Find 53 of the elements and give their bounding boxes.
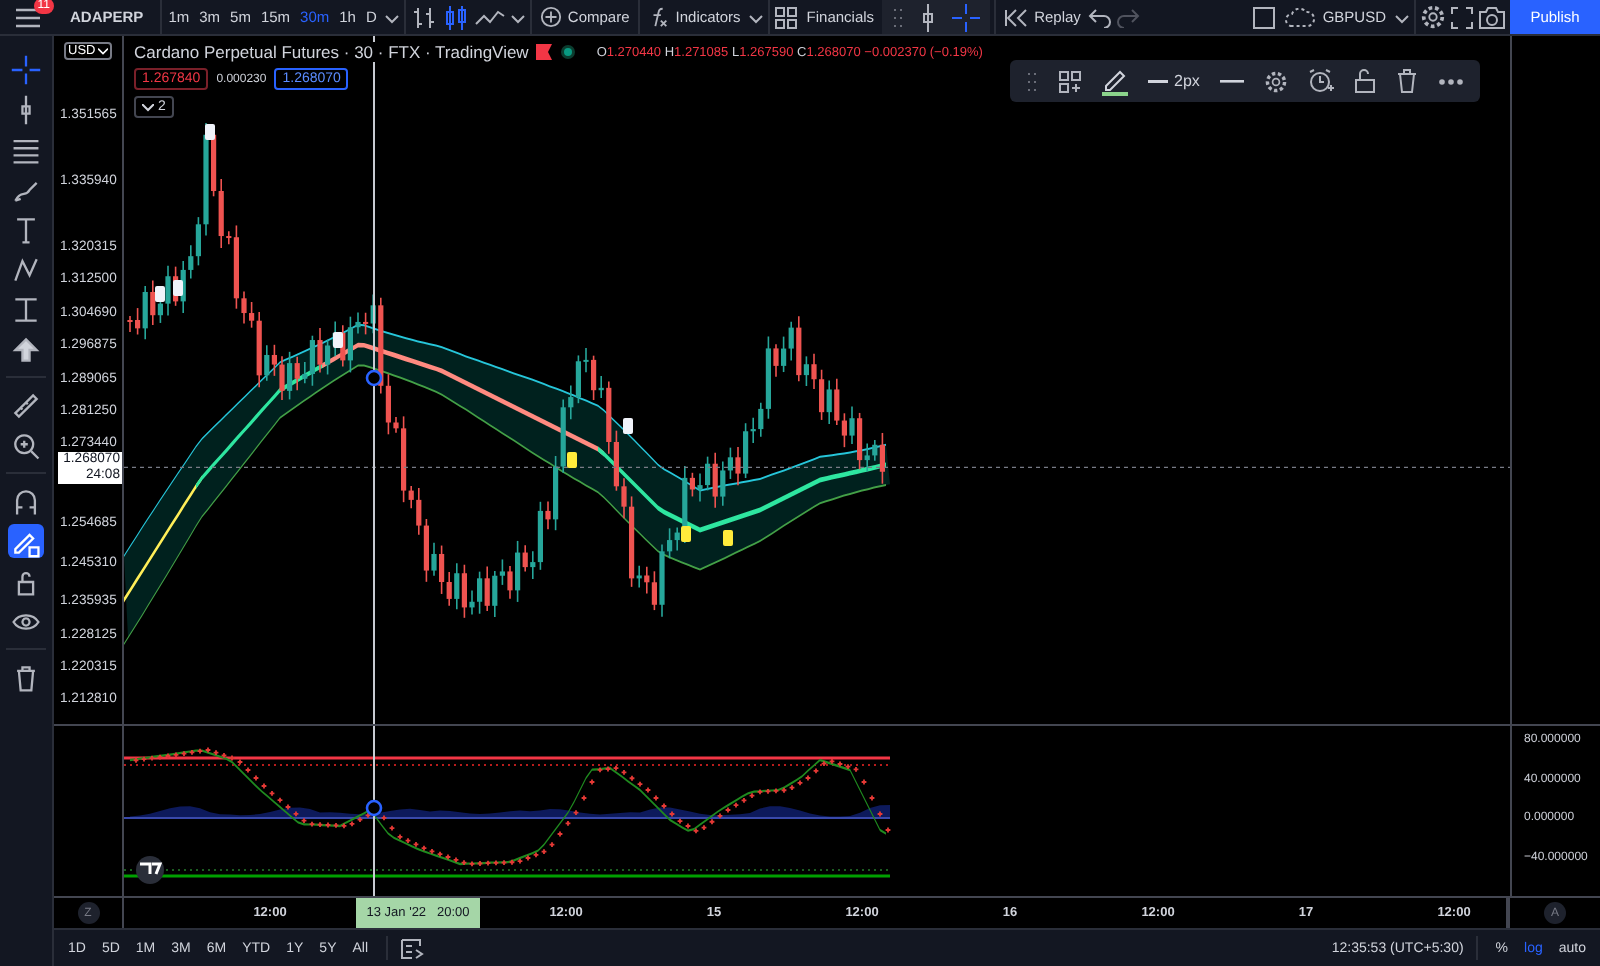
- menu-icon: [13, 5, 41, 29]
- cloud-icon: [1284, 7, 1317, 27]
- go-to-date-icon[interactable]: [400, 937, 425, 959]
- event-flag-icon[interactable]: [623, 418, 633, 434]
- line-width-button[interactable]: 2px: [1148, 72, 1200, 90]
- rewind-icon: [1004, 7, 1029, 27]
- magnet-icon: [10, 485, 42, 517]
- drag-handle-icon[interactable]: [892, 5, 905, 29]
- alarm-clock-icon[interactable]: [1307, 68, 1334, 94]
- caret-icon[interactable]: [1394, 9, 1410, 25]
- zoom-icon: [10, 429, 42, 461]
- crosshair-icon: [10, 53, 42, 85]
- crosshair-point[interactable]: [365, 799, 383, 817]
- tool-button[interactable]: [8, 388, 44, 422]
- trash-icon[interactable]: [1395, 68, 1418, 94]
- bar-chart-icon[interactable]: [409, 3, 438, 31]
- projection-icon: [10, 293, 42, 325]
- caret-icon: [142, 103, 154, 111]
- pencil-icon[interactable]: [1102, 67, 1128, 95]
- flag-icon[interactable]: [536, 44, 553, 60]
- signal-marker-icon[interactable]: [723, 530, 733, 546]
- tool-button[interactable]: [8, 524, 44, 558]
- logo-icon: [136, 856, 164, 884]
- plus-icon: [539, 6, 562, 28]
- templates-icon[interactable]: [774, 5, 799, 29]
- ruler-icon: [10, 389, 42, 421]
- pattern-icon: [10, 253, 42, 285]
- tool-button[interactable]: [8, 332, 44, 366]
- caret-icon[interactable]: [509, 9, 526, 25]
- fullscreen-icon[interactable]: [1450, 5, 1474, 29]
- status-dot-icon: [560, 44, 577, 60]
- undo-icon[interactable]: [1088, 7, 1113, 27]
- caret-icon[interactable]: [748, 9, 765, 25]
- settings-icon[interactable]: [1263, 69, 1288, 93]
- unlock-icon[interactable]: [1353, 68, 1376, 94]
- square-icon[interactable]: [1252, 5, 1277, 29]
- signal-marker-icon[interactable]: [567, 452, 577, 468]
- more-icon[interactable]: [1437, 77, 1464, 85]
- camera-icon[interactable]: [1478, 5, 1506, 29]
- line-style-icon[interactable]: [1219, 79, 1244, 83]
- drag-handle-icon[interactable]: [1026, 69, 1038, 93]
- line-icon: [1148, 79, 1168, 83]
- chart-title: Cardano Perpetual Futures · 30 · FTX · TradingView: [134, 42, 529, 62]
- crosshair-icon[interactable]: [952, 3, 981, 31]
- templates-icon[interactable]: [1058, 69, 1082, 93]
- caret-icon[interactable]: [383, 9, 400, 25]
- candles-icon[interactable]: [441, 3, 470, 31]
- settings-icon[interactable]: [1420, 4, 1446, 30]
- signal-marker-icon[interactable]: [681, 526, 691, 542]
- arrow-up-icon: [10, 333, 42, 365]
- tool-button[interactable]: [8, 428, 44, 462]
- crosshair-point[interactable]: [365, 369, 383, 387]
- caret-icon: [97, 47, 108, 55]
